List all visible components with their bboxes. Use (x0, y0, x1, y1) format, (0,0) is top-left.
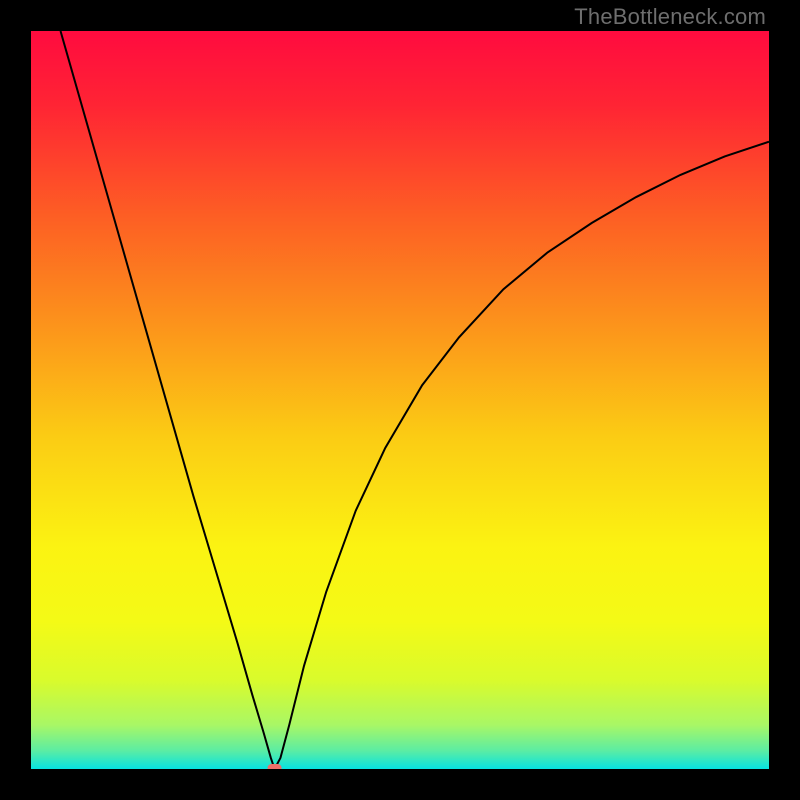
gradient-background (31, 31, 769, 769)
minimum-marker (268, 764, 282, 769)
watermark-text: TheBottleneck.com (574, 4, 766, 30)
chart-svg (31, 31, 769, 769)
chart-frame: TheBottleneck.com (0, 0, 800, 800)
plot-area (31, 31, 769, 769)
